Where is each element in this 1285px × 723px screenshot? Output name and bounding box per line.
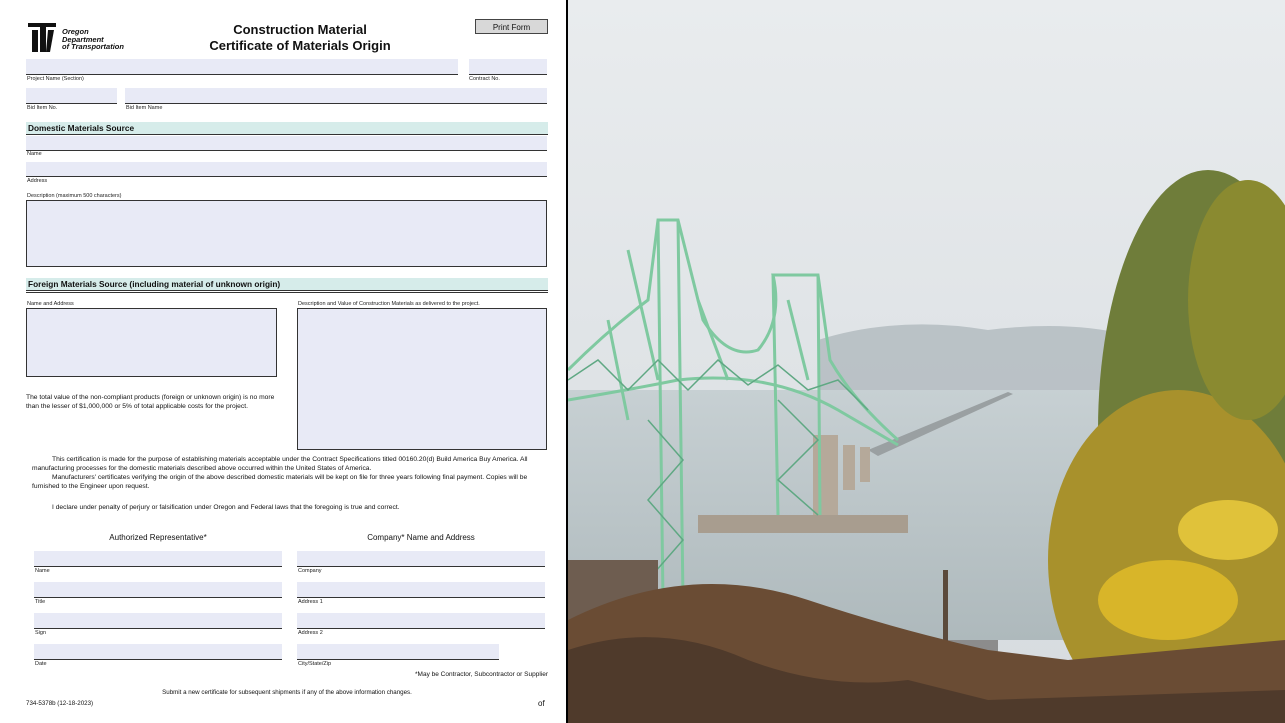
authorized-rep-heading: Authorized Representative* bbox=[109, 533, 207, 542]
company-heading: Company* Name and Address bbox=[367, 533, 475, 542]
foreign-name-address-label: Name and Address bbox=[27, 301, 74, 307]
total-value-text: The total value of the non-compliant pro… bbox=[26, 394, 275, 410]
company-address1-field[interactable] bbox=[297, 582, 545, 598]
company-city-label: City/State/Zip bbox=[298, 661, 332, 667]
domestic-section-heading: Domestic Materials Source bbox=[26, 122, 548, 135]
foreign-section-heading: Foreign Materials Source (including mate… bbox=[26, 278, 548, 291]
foreign-name-address-box[interactable] bbox=[26, 308, 277, 377]
declaration-text: I declare under penalty of perjury or fa… bbox=[52, 504, 400, 511]
logo-line-3: of Transportation bbox=[62, 42, 124, 51]
company-address2-field[interactable] bbox=[297, 613, 545, 629]
rep-title-label: Title bbox=[35, 599, 46, 605]
supplier-footnote: *May be Contractor, Subcontractor or Sup… bbox=[415, 671, 548, 678]
bid-item-no-field[interactable] bbox=[26, 88, 117, 104]
project-name-field[interactable] bbox=[26, 59, 458, 75]
company-city-field[interactable] bbox=[297, 644, 499, 660]
title-line-1: Construction Material bbox=[233, 22, 367, 37]
project-name-label: Project Name (Section) bbox=[27, 76, 84, 82]
rep-date-field[interactable] bbox=[34, 644, 282, 660]
bid-item-name-label: Bid Item Name bbox=[126, 105, 163, 111]
odot-logo: Oregon Department of Transportation bbox=[26, 20, 136, 56]
domestic-address-field[interactable] bbox=[26, 162, 547, 177]
company-address1-label: Address 1 bbox=[298, 599, 323, 605]
domestic-name-label: Name bbox=[27, 151, 42, 157]
contract-no-label: Contract No. bbox=[469, 76, 500, 82]
domestic-description-box[interactable] bbox=[26, 200, 547, 267]
foreign-description-label: Description and Value of Construction Ma… bbox=[298, 301, 480, 307]
print-form-button[interactable]: Print Form bbox=[475, 19, 548, 34]
foreign-description-box[interactable] bbox=[297, 308, 547, 450]
company-name-label: Company bbox=[298, 568, 322, 574]
bridge-photo bbox=[568, 0, 1285, 723]
bridge-photo-illustration bbox=[568, 0, 1285, 723]
domestic-address-label: Address bbox=[27, 178, 48, 184]
title-line-2: Certificate of Materials Origin bbox=[209, 38, 391, 53]
submit-note: Submit a new certificate for subsequent … bbox=[162, 689, 412, 696]
company-name-field[interactable] bbox=[297, 551, 545, 567]
odot-mark-icon bbox=[28, 23, 56, 52]
rep-sign-field[interactable] bbox=[34, 613, 282, 629]
rep-name-field[interactable] bbox=[34, 551, 282, 567]
rep-date-label: Date bbox=[35, 661, 47, 667]
bid-item-no-label: Bid Item No. bbox=[27, 105, 58, 111]
domestic-name-field[interactable] bbox=[26, 136, 547, 151]
bid-item-name-field[interactable] bbox=[125, 88, 547, 104]
rep-name-label: Name bbox=[35, 568, 50, 574]
certification-para-2: Manufacturers' certificates verifying th… bbox=[32, 474, 528, 490]
contract-no-field[interactable] bbox=[469, 59, 547, 75]
rep-sign-label: Sign bbox=[35, 630, 47, 636]
domestic-description-label: Description (maximum 500 characters) bbox=[27, 193, 122, 199]
form-title: Construction Material Certificate of Mat… bbox=[170, 22, 430, 54]
form-id: 734-5378b (12-18-2023) bbox=[26, 700, 94, 707]
rep-title-field[interactable] bbox=[34, 582, 282, 598]
company-address2-label: Address 2 bbox=[298, 630, 323, 636]
certification-para-1: This certification is made for the purpo… bbox=[32, 456, 528, 472]
page-of-label: of bbox=[538, 699, 545, 708]
